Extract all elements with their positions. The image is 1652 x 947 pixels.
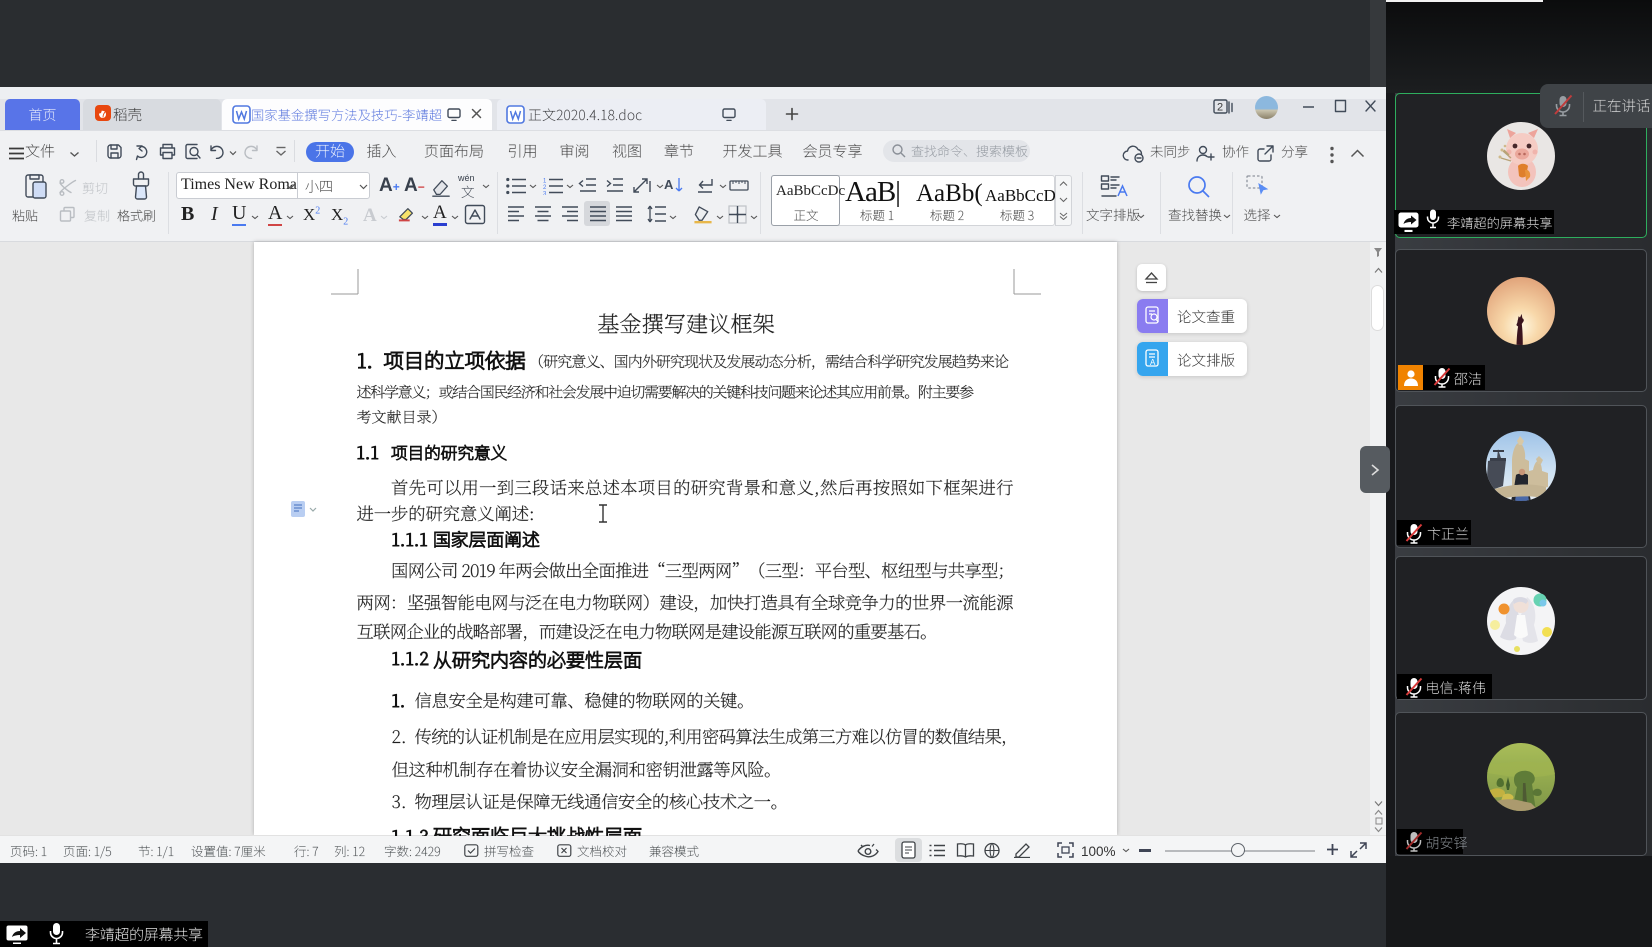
svg-text:2: 2	[543, 185, 547, 191]
svg-text:3: 3	[543, 192, 547, 196]
svg-text:A: A	[1150, 358, 1156, 367]
svg-text:1: 1	[543, 179, 547, 185]
svg-text:2: 2	[1217, 102, 1223, 114]
svg-text:A: A	[664, 177, 674, 192]
